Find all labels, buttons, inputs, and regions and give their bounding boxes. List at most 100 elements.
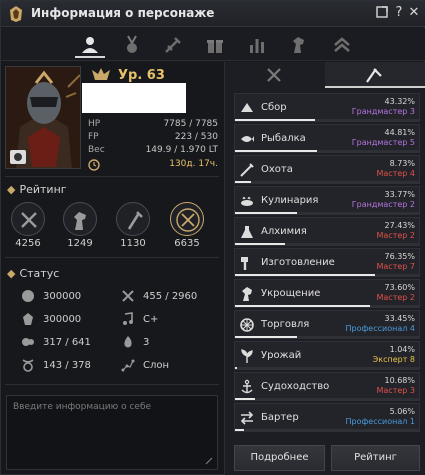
life-skill-progress-bar [235,212,298,214]
life-skill-progress-track [235,181,419,183]
gift-icon [207,40,223,53]
life-skill-row[interactable]: Бартер 5.06% Профессионал 1 [234,403,420,432]
rating-life-skill[interactable]: 1130 [114,202,152,249]
character-level: Ур. 63 [118,68,165,83]
life-skill-progress-bar [235,305,371,307]
tab-rank[interactable] [327,32,357,58]
export-icon[interactable] [374,5,390,21]
life-skill-name: Судоходство [261,381,330,392]
right-tab-bar [225,62,425,88]
character-panel: Ур. 63 HP 7785 / 7785 FP 223 / 530 Вес 149.… [1,62,223,475]
life-skill-name: Сбор [261,102,287,113]
life-skill-percent: 1.04% [389,345,415,354]
status-knowledge: 300000 [21,312,81,328]
character-portrait [5,66,81,169]
life-skill-name: Урожай [261,350,302,361]
life-skill-name: Кулинария [261,195,319,206]
tab-skills[interactable] [158,32,188,58]
crossed-swords-icon [267,68,281,82]
rating-button[interactable]: Рейтинг [331,445,420,471]
tab-stats[interactable] [242,32,272,58]
status-constellation: Слон [121,358,169,374]
music-icon [123,312,133,325]
character-info-window: Информация о персонаже ? ✕ Ур. 63 HP 778… [0,0,425,475]
life-skill-percent: 44.81% [384,128,415,137]
life-skill-rank: Мастер 7 [376,262,416,271]
gathering-icon [241,103,253,112]
hunting-icon [240,163,254,177]
title-bar[interactable]: Информация о персонаже ? ✕ [1,1,425,27]
life-skill-progress-track [235,429,419,431]
life-skill-row[interactable]: Судоходство 10.68% Мастер 3 [234,372,420,401]
life-skill-row[interactable]: Изготовление 76.35% Мастер 7 [234,248,420,277]
life-skill-percent: 10.68% [384,376,415,385]
about-me-input[interactable]: Введите информацию о себе [6,395,218,470]
tab-medal[interactable] [117,32,147,58]
processing-icon [241,257,248,270]
horse-icon [74,212,86,230]
knowledge-icon [23,313,33,325]
rating-total[interactable]: 6635 [168,202,206,249]
life-skill-progress-track [235,398,419,400]
fire-icon [124,336,132,348]
alchemy-icon [241,226,253,238]
life-skill-row[interactable]: Укрощение 73.60% Мастер 2 [234,279,420,308]
life-skill-percent: 33.77% [384,190,415,199]
fishing-icon [241,136,254,142]
tab-gift[interactable] [200,32,230,58]
status-energy: 300000 [21,289,81,305]
rating-horse[interactable]: 1249 [61,202,99,249]
life-skill-progress-bar [235,150,318,152]
life-skill-row[interactable]: Охота 8.73% Мастер 4 [234,155,420,184]
tab-life-skills[interactable] [325,62,425,88]
resize-grip-icon[interactable] [205,457,213,465]
status-skill-points: 317 / 641 [21,335,91,351]
tab-profile[interactable] [75,32,105,58]
life-skill-rank: Грандмастер 5 [351,138,415,147]
life-skill-progress-bar [235,274,376,276]
divider [5,257,219,258]
life-skill-name: Изготовление [261,257,335,268]
life-skill-progress-bar [235,181,252,183]
life-skill-row[interactable]: Урожай 1.04% Эксперт 8 [234,341,420,370]
life-skill-percent: 8.73% [389,159,415,168]
tab-horse[interactable] [284,32,314,58]
details-button[interactable]: Подробнее [234,445,325,471]
camera-icon[interactable] [10,150,26,164]
skills-icon [165,37,181,53]
life-skill-name: Охота [261,164,293,175]
life-skill-row[interactable]: Торговля 33.45% Профессионал 4 [234,310,420,339]
close-icon[interactable]: ✕ [406,5,422,21]
energy-icon [22,290,34,302]
status-zodiac: 143 / 378 [21,358,91,374]
tab-combat[interactable] [225,62,325,88]
life-skill-percent: 5.06% [389,407,415,416]
life-skill-name: Укрощение [261,288,321,299]
rating-combat[interactable]: 4256 [9,202,47,249]
life-skill-progress-bar [235,243,286,245]
life-skill-row[interactable]: Алхимия 27.43% Мастер 2 [234,217,420,246]
cooking-icon [241,196,253,206]
life-skill-name: Бартер [261,412,299,423]
life-skill-progress-bar [235,367,237,369]
total-icon [176,208,200,232]
life-skill-row[interactable]: Сбор 43.32% Грандмастер 3 [234,93,420,122]
life-skill-row[interactable]: Кулинария 33.77% Грандмастер 2 [234,186,420,215]
game-logo-icon [10,6,22,22]
life-skill-progress-bar [235,336,297,338]
life-skill-progress-bar [235,398,255,400]
life-skill-percent: 43.32% [384,97,415,106]
life-skill-name: Торговля [261,319,310,330]
life-skill-row[interactable]: Рыбалка 44.81% Грандмастер 5 [234,124,420,153]
constellation-icon [121,359,135,372]
contribution-icon [122,290,134,302]
status-music: C+ [121,312,158,328]
life-skill-rank: Мастер 2 [376,293,416,302]
help-icon[interactable]: ? [391,5,407,21]
rating-section-title: ◆ Рейтинг [7,183,67,196]
combat-icon [21,212,37,228]
status-contribution: 455 / 2960 [121,289,197,305]
medal-icon [127,35,137,53]
about-me-placeholder: Введите информацию о себе [13,402,152,412]
life-skill-rank: Профессионал 4 [345,324,415,333]
